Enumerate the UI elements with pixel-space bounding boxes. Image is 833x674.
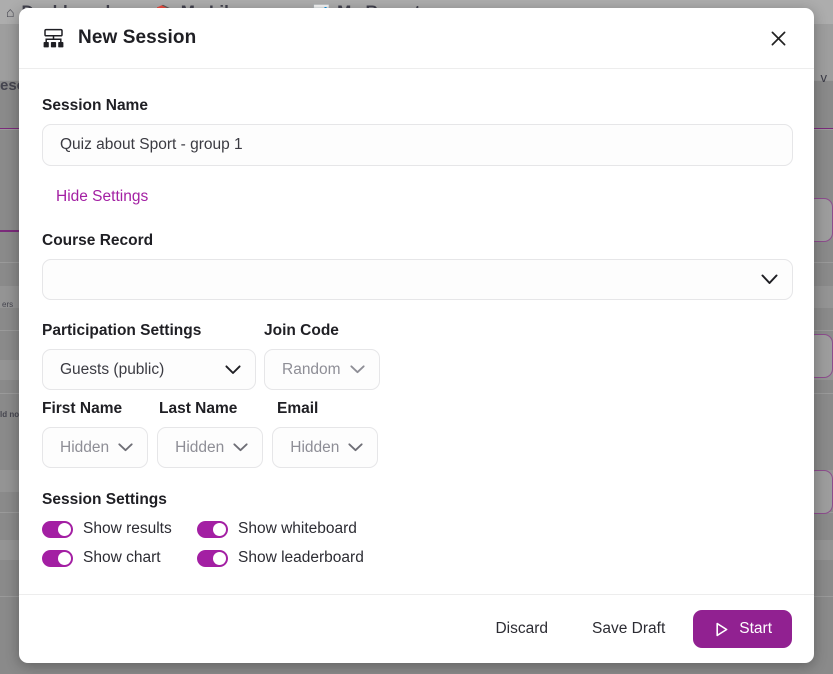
toggle-show-whiteboard[interactable]: Show whiteboard [197, 520, 791, 538]
dialog-title-group: New Session [42, 27, 196, 49]
join-code-label: Join Code [264, 322, 339, 340]
course-record-label: Course Record [42, 232, 791, 250]
participation-join-controls: Guests (public) Random [42, 349, 791, 390]
start-button-label: Start [739, 620, 772, 638]
chevron-down-icon [233, 443, 248, 452]
toggle-switch-icon[interactable] [197, 521, 228, 538]
last-name-select[interactable]: Hidden [157, 427, 263, 468]
dialog-footer: Discard Save Draft Start [19, 594, 814, 663]
last-name-label: Last Name [159, 400, 277, 418]
course-record-select[interactable] [42, 259, 793, 300]
play-icon [713, 621, 730, 638]
chevron-down-icon [348, 443, 363, 452]
session-name-label: Session Name [42, 97, 791, 115]
house-icon: ⌂ [6, 4, 14, 20]
session-settings-label: Session Settings [42, 491, 791, 509]
discard-button[interactable]: Discard [479, 611, 564, 647]
email-value: Hidden [290, 439, 339, 457]
chevron-down-icon [761, 274, 778, 285]
dialog-body: Session Name Hide Settings Course Record… [19, 69, 814, 594]
participation-settings-value: Guests (public) [60, 361, 164, 379]
toggle-show-results[interactable]: Show results [42, 520, 197, 538]
toggle-label-show-whiteboard: Show whiteboard [238, 520, 357, 538]
session-name-input[interactable] [42, 124, 793, 166]
email-label: Email [277, 400, 318, 418]
first-name-select[interactable]: Hidden [42, 427, 148, 468]
chevron-down-icon [225, 365, 241, 375]
toggle-label-show-leaderboard: Show leaderboard [238, 549, 364, 567]
bg-fragment-small-1: ers [2, 300, 13, 309]
new-session-dialog: New Session Session Name Hide Settings C… [19, 8, 814, 663]
start-button[interactable]: Start [693, 610, 792, 648]
toggle-label-show-chart: Show chart [83, 549, 161, 567]
close-icon[interactable] [764, 24, 792, 52]
toggle-switch-icon[interactable] [42, 550, 73, 567]
session-settings-toggles: Show results Show whiteboard Show chart … [42, 520, 791, 567]
participation-join-labels: Participation Settings Join Code [42, 322, 791, 340]
first-name-value: Hidden [60, 439, 109, 457]
join-code-value: Random [282, 361, 341, 379]
dialog-header: New Session [19, 8, 814, 69]
identity-field-labels: First Name Last Name Email [42, 400, 791, 418]
participation-settings-select[interactable]: Guests (public) [42, 349, 256, 390]
save-draft-button[interactable]: Save Draft [576, 611, 681, 647]
chevron-down-icon [350, 365, 365, 374]
join-code-select[interactable]: Random [264, 349, 380, 390]
chevron-down-icon [118, 443, 133, 452]
dialog-title: New Session [78, 27, 196, 49]
last-name-value: Hidden [175, 439, 224, 457]
toggle-switch-icon[interactable] [42, 521, 73, 538]
bg-fragment-chevron: v [821, 70, 828, 85]
hide-settings-link[interactable]: Hide Settings [56, 188, 148, 206]
first-name-label: First Name [42, 400, 159, 418]
toggle-label-show-results: Show results [83, 520, 172, 538]
toggle-switch-icon[interactable] [197, 550, 228, 567]
session-hierarchy-icon [42, 28, 65, 49]
participation-settings-label: Participation Settings [42, 322, 264, 340]
identity-field-controls: Hidden Hidden Hidden [42, 427, 791, 468]
toggle-show-chart[interactable]: Show chart [42, 549, 197, 567]
close-glyph [771, 31, 786, 46]
email-select[interactable]: Hidden [272, 427, 378, 468]
toggle-show-leaderboard[interactable]: Show leaderboard [197, 549, 791, 567]
